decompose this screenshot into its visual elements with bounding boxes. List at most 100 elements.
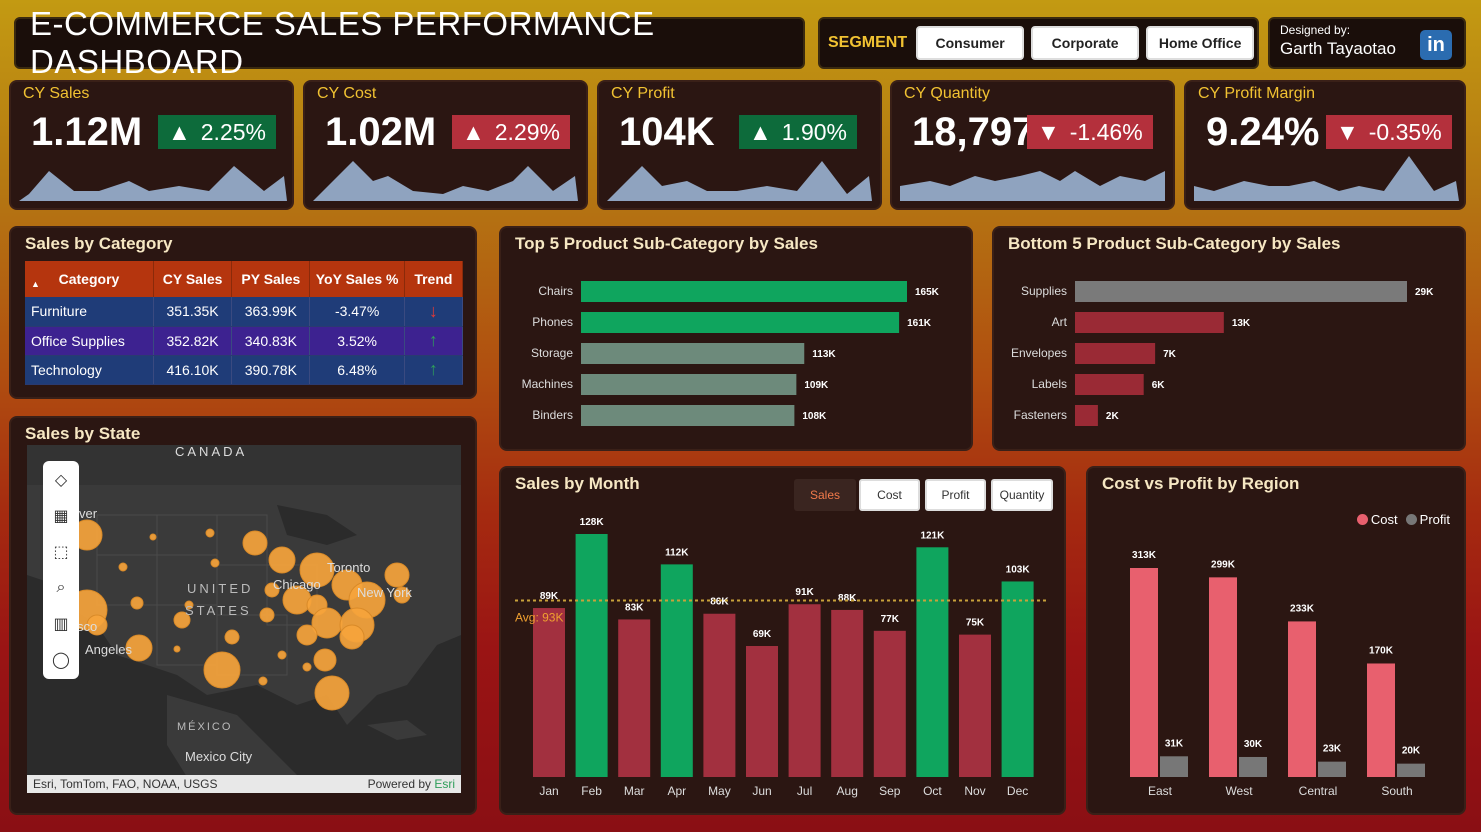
bar-category-label: Chairs — [538, 284, 573, 298]
map-powered-by[interactable]: Powered by Esri — [368, 777, 455, 791]
kpi-label: CY Sales — [23, 85, 90, 102]
qr-select-icon[interactable]: ▦ — [43, 497, 79, 533]
bar-category-label: Art — [1052, 315, 1068, 329]
kpi-label: CY Cost — [317, 85, 377, 102]
bar-data-label: 165K — [915, 287, 940, 298]
bar-chart-icon[interactable]: ▥ — [43, 605, 79, 641]
bottom5-chart: Supplies 29K Art 13K Envelopes 7K Labels 6K Fast… — [1011, 281, 1434, 426]
sales-by-month-panel: Sales by Month Sales Cost Profit Quantit… — [499, 466, 1066, 815]
dashboard-title: E-COMMERCE SALES PERFORMANCE DASHBOARD — [30, 5, 655, 80]
triangle-down-icon: ▼ — [1037, 118, 1060, 145]
kpi-change-value: 2.29% — [494, 118, 560, 145]
header-py-sales[interactable]: PY Sales — [231, 261, 311, 297]
bar-category-label: Labels — [1032, 377, 1067, 391]
header-yoy-sales[interactable]: YoY Sales % — [309, 261, 405, 297]
kpi-card-cy-quantity: CY Quantity 18,797 ▼ -1.46% — [890, 80, 1175, 210]
header-cy-sales[interactable]: CY Sales — [153, 261, 233, 297]
bar-data-label: 113K — [812, 349, 836, 360]
bar-labels — [1075, 374, 1144, 395]
layers-icon[interactable]: ◇ — [43, 461, 79, 497]
segment-corporate-button[interactable]: Corporate — [1031, 26, 1140, 60]
user-icon[interactable]: ◯ — [43, 641, 79, 677]
top5-chart: Chairs 165K Phones 161K Storage 113K Machines 1… — [522, 281, 940, 426]
kpi-change-value: -1.46% — [1069, 118, 1143, 145]
table-row[interactable]: Technology 416.10K 390.78K 6.48% ↑ — [25, 355, 464, 385]
profit-data-label: 31K — [1165, 738, 1184, 749]
month-axis-label: Feb — [581, 784, 602, 798]
segment-home-office-button[interactable]: Home Office — [1146, 26, 1255, 60]
sparkline-area — [607, 161, 872, 201]
kpi-sparkline — [19, 166, 287, 201]
month-chart: 89K Jan 128K Feb 83K Mar 112K Apr 86K May 69K Jun 91… — [515, 517, 1049, 798]
triangle-up-icon: ▲ — [462, 118, 485, 145]
profit-data-label: 20K — [1402, 746, 1421, 757]
cost-bar-south — [1367, 663, 1395, 777]
cell-yoy: 3.52% — [309, 326, 405, 356]
month-bar-oct — [916, 547, 949, 777]
search-icon[interactable]: ⌕ — [43, 569, 79, 605]
designer-card: Designed by: Garth Tayaotao in — [1268, 17, 1466, 69]
map-attribution-text: Esri, TomTom, FAO, NOAA, USGS — [33, 777, 218, 791]
month-data-label: 75K — [966, 618, 985, 629]
kpi-change-badge: ▲ 2.25% — [158, 115, 276, 149]
map-label-toronto: Toronto — [327, 560, 370, 575]
map-label-states: STATES — [185, 603, 252, 618]
map-label-chicago: Chicago — [273, 577, 321, 592]
kpi-sparkline — [900, 171, 1165, 201]
kpi-change-badge: ▲ 2.29% — [452, 115, 570, 149]
header-trend[interactable]: Trend — [404, 261, 464, 297]
segment-consumer-button[interactable]: Consumer — [916, 26, 1025, 60]
bar-category-label: Supplies — [1021, 284, 1067, 298]
map-label-los-angeles: Angeles — [85, 642, 132, 657]
bar-data-label: 2K — [1106, 411, 1120, 422]
month-bar-aug — [831, 609, 864, 777]
bar-data-label: 29K — [1415, 287, 1434, 298]
linkedin-icon[interactable]: in — [1420, 30, 1452, 60]
month-data-label: 83K — [625, 602, 644, 613]
month-bar-dec — [1001, 581, 1034, 777]
bar-category-label: Storage — [531, 346, 573, 360]
bar-category-label: Phones — [532, 315, 573, 329]
month-axis-label: Oct — [923, 784, 942, 798]
month-data-label: 112K — [665, 547, 689, 558]
month-bar-feb — [575, 534, 608, 777]
arrow-down-icon: ↓ — [404, 297, 464, 327]
map-label-mexico: MÉXICO — [177, 720, 232, 733]
kpi-card-cy-cost: CY Cost 1.02M ▲ 2.29% — [303, 80, 588, 210]
map-title: Sales by State — [25, 424, 141, 443]
map-label-san-francisco: sco — [77, 619, 97, 634]
segment-slicer: SEGMENT Consumer Corporate Home Office — [818, 17, 1259, 69]
region-axis-label: South — [1381, 784, 1412, 798]
cost-bar-east — [1130, 568, 1158, 777]
cost-data-label: 170K — [1369, 645, 1394, 656]
map-attribution: Esri, TomTom, FAO, NOAA, USGS Powered by… — [27, 775, 461, 793]
bar-data-label: 6K — [1152, 380, 1166, 391]
cell-py-sales: 340.83K — [231, 326, 311, 356]
bar-envelopes — [1075, 343, 1156, 364]
sales-map[interactable]: CANADA UNITED STATES Toronto Chicago New… — [27, 445, 461, 793]
rect-select-icon[interactable]: ⬚ — [43, 533, 79, 569]
bar-chairs — [581, 281, 907, 302]
profit-data-label: 30K — [1244, 739, 1263, 750]
bar-phones — [581, 312, 900, 333]
sales-by-category-panel: Sales by Category ▲ Category CY Sales PY … — [9, 226, 477, 399]
kpi-sparkline — [1194, 156, 1459, 201]
cell-cy-sales: 416.10K — [153, 355, 233, 385]
table-row[interactable]: Office Supplies 352.82K 340.83K 3.52% ↑ — [25, 326, 464, 356]
triangle-up-icon: ▲ — [168, 118, 191, 145]
profit-data-label: 23K — [1323, 744, 1342, 755]
cost-data-label: 313K — [1132, 550, 1157, 561]
month-bar-jan — [533, 608, 565, 777]
bar-category-label: Envelopes — [1011, 346, 1067, 360]
table-row[interactable]: Furniture 351.35K 363.99K -3.47% ↓ — [25, 297, 464, 327]
month-axis-label: Dec — [1007, 784, 1028, 798]
kpi-label: CY Profit — [611, 85, 675, 102]
kpi-label: CY Quantity — [904, 85, 990, 102]
top5-panel: Top 5 Product Sub-Category by Sales Chai… — [499, 226, 973, 451]
month-bar-jun — [746, 646, 778, 777]
header-category[interactable]: ▲ Category — [25, 261, 154, 297]
month-data-label: 91K — [795, 587, 814, 598]
sort-asc-icon: ▲ — [31, 279, 40, 289]
kpi-card-cy-profit-margin: CY Profit Margin 9.24% ▼ -0.35% — [1184, 80, 1466, 210]
sales-by-state-panel: Sales by State CANADA UNITED STATES Toro… — [9, 416, 477, 815]
